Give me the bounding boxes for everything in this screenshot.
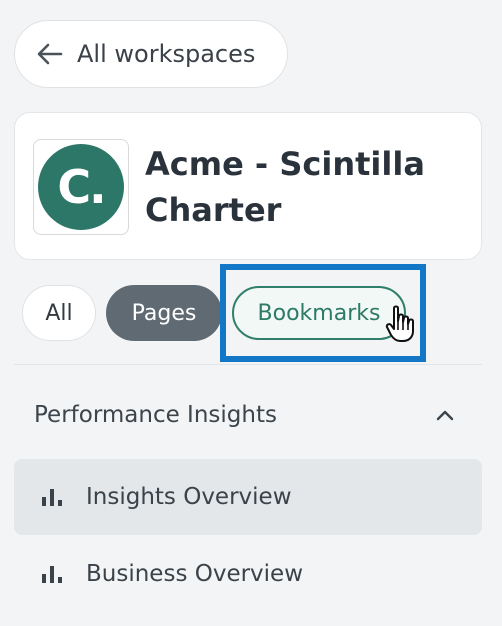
all-workspaces-button[interactable]: All workspaces	[14, 20, 288, 88]
workspace-name: Acme - Scintilla Charter	[145, 145, 425, 229]
divider	[14, 364, 482, 365]
nav-item-label: Business Overview	[86, 561, 304, 587]
bar-chart-icon	[42, 566, 62, 583]
hand-cursor-icon	[385, 305, 414, 342]
filter-all-chip[interactable]: All	[22, 285, 96, 341]
chevron-up-icon[interactable]	[434, 404, 456, 426]
bar-chart-icon	[42, 489, 62, 506]
filter-chips: All Pages Bookmarks	[22, 285, 406, 341]
sidebar-panel: All workspaces C. Acme - Scintilla Chart…	[0, 0, 502, 626]
workspace-card: C. Acme - Scintilla Charter	[14, 112, 482, 260]
nav-item-label: Insights Overview	[86, 484, 292, 510]
filter-bookmarks-chip[interactable]: Bookmarks	[232, 286, 406, 340]
section-title: Performance Insights	[34, 402, 277, 428]
nav-item-business-overview[interactable]: Business Overview	[14, 536, 482, 612]
section-header-performance-insights[interactable]: Performance Insights	[34, 402, 464, 428]
workspace-logo-frame: C.	[33, 139, 129, 235]
filter-pages-chip[interactable]: Pages	[106, 285, 222, 341]
workspace-logo: C.	[38, 144, 124, 230]
arrow-left-icon	[37, 43, 63, 65]
back-label: All workspaces	[77, 40, 256, 68]
nav-item-insights-overview[interactable]: Insights Overview	[14, 459, 482, 535]
